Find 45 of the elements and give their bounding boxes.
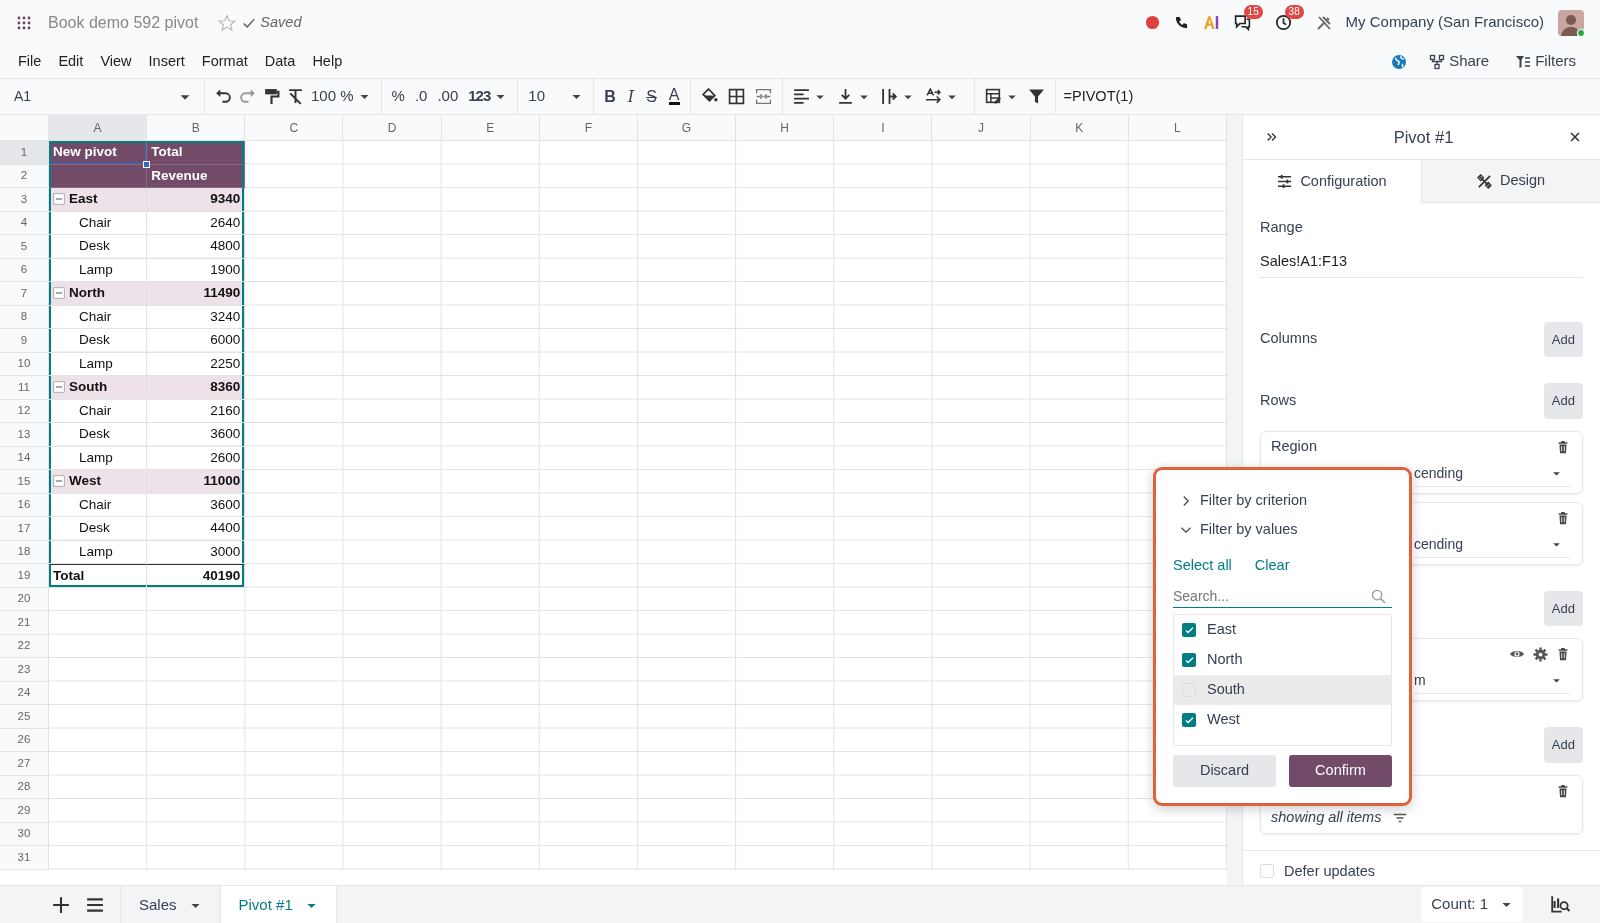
table-cell: Chair [49, 493, 148, 517]
table-cell: 2160 [147, 399, 246, 423]
filter-summary: showing all items [1271, 807, 1382, 827]
table-cell: Desk [49, 517, 148, 541]
table-cell: 3600 [147, 493, 246, 517]
table-cell: 11000 [147, 470, 246, 494]
count-badge: 38 [1284, 5, 1304, 19]
table-cell: New pivot [49, 141, 148, 165]
table-cell: 6000 [147, 329, 246, 353]
table-cell: 3000 [147, 540, 246, 564]
table-cell: Chair [49, 399, 148, 423]
checkbox-label: Defer updates [1284, 861, 1376, 881]
table-cell: 4800 [147, 235, 246, 259]
table-cell: Desk [49, 235, 148, 259]
table-cell: Total [49, 564, 148, 588]
table-cell: Total [147, 141, 246, 165]
table-cell: Desk [49, 423, 148, 447]
save-status: Saved [260, 12, 302, 32]
table-cell-text: North [69, 284, 105, 303]
section-label: Rows [1260, 390, 1297, 410]
panel-title: Pivot #1 [1393, 126, 1454, 148]
table-cell-text: South [69, 378, 108, 397]
table-cell: 2640 [147, 211, 246, 235]
option-label: South [1207, 680, 1245, 700]
table-cell: 4400 [147, 517, 246, 541]
table-cell-text: West [69, 472, 101, 491]
table-cell: Chair [49, 305, 148, 329]
table-cell: Chair [49, 211, 148, 235]
table-cell: Desk [49, 329, 148, 353]
table-cell: 3600 [147, 423, 246, 447]
option-label: West [1207, 710, 1240, 730]
option-label: North [1207, 650, 1243, 670]
field-name: Region [1271, 436, 1317, 456]
table-cell: Revenue [147, 164, 246, 188]
table-cell: 3240 [147, 305, 246, 329]
field-label: Range [1260, 218, 1303, 237]
table-cell: 11490 [147, 282, 246, 306]
table-cell-text: East [69, 190, 98, 209]
count-badge: 15 [1243, 5, 1263, 19]
table-cell: 40190 [147, 564, 246, 588]
option-label: East [1207, 620, 1236, 640]
section-label: Columns [1260, 329, 1318, 349]
table-cell: 9340 [147, 188, 246, 212]
table-cell: Lamp [49, 540, 148, 564]
table-cell: 8360 [147, 376, 246, 400]
